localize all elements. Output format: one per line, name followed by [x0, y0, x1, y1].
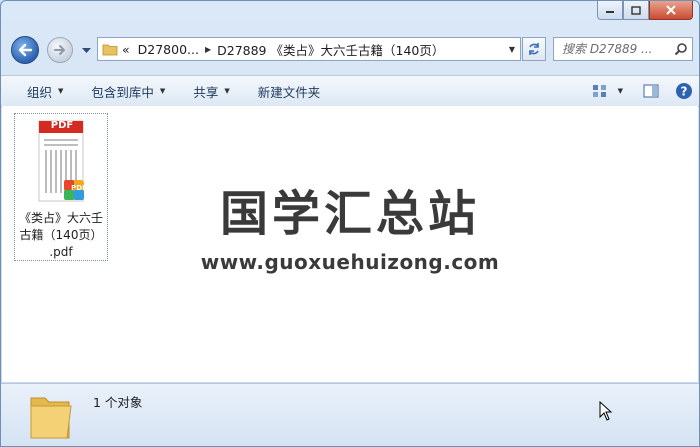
maximize-icon — [631, 5, 641, 15]
address-overflow-chevron[interactable]: « — [118, 42, 134, 57]
svg-text:?: ? — [681, 85, 688, 99]
organize-caret-icon: ▼ — [58, 87, 64, 95]
include-in-library-button[interactable]: 包含到库中 ▼ — [77, 82, 179, 101]
change-view-button[interactable]: ▼ — [592, 84, 623, 98]
minimize-button[interactable] — [597, 1, 623, 20]
refresh-button[interactable] — [522, 37, 546, 61]
details-pane: 1 个对象 — [1, 383, 699, 446]
arrow-left-icon — [18, 43, 33, 57]
share-button[interactable]: 共享 ▼ — [179, 82, 243, 101]
refresh-icon — [529, 43, 539, 55]
include-caret-icon: ▼ — [159, 87, 166, 95]
organize-button[interactable]: 组织 ▼ — [1, 82, 77, 101]
forward-button[interactable] — [47, 37, 73, 63]
recent-pages-dropdown[interactable] — [81, 46, 91, 56]
breadcrumb-segment-current[interactable]: D27889 《类占》大六壬古籍（140页） — [213, 40, 448, 59]
explorer-window: « D27800... ▶ D27889 《类占》大六壬古籍（140页） ▼ 组… — [0, 0, 700, 447]
help-button[interactable]: ? — [675, 82, 693, 100]
mouse-cursor-icon — [599, 401, 613, 421]
close-icon — [666, 5, 676, 15]
maximize-button[interactable] — [623, 1, 649, 20]
caption-buttons — [597, 1, 693, 22]
share-label: 共享 — [193, 84, 219, 100]
search-icon[interactable] — [674, 42, 688, 56]
arrow-right-icon — [54, 45, 65, 55]
toolbar-right: ▼ ? — [582, 76, 693, 106]
include-in-library-label: 包含到库中 — [91, 84, 154, 100]
command-bar: 组织 ▼ 包含到库中 ▼ 共享 ▼ 新建文件夹 ▼ ? — [1, 75, 699, 107]
folder-icon — [102, 44, 118, 56]
file-list-area[interactable]: PDF PDF 《类占》大六壬 古籍（140页） .pdf 国学汇总站 www.… — [2, 106, 698, 382]
view-caret-icon[interactable]: ▼ — [618, 87, 623, 95]
address-bar[interactable]: « D27800... ▶ D27889 《类占》大六壬古籍（140页） ▼ — [97, 37, 521, 61]
search-input[interactable] — [560, 41, 674, 57]
preview-pane-icon — [643, 84, 659, 98]
breadcrumb-separator-icon[interactable]: ▶ — [203, 45, 213, 54]
chevron-down-icon — [81, 48, 91, 53]
organize-label: 组织 — [27, 84, 53, 100]
share-caret-icon: ▼ — [224, 87, 230, 95]
help-icon: ? — [676, 83, 692, 99]
address-dropdown-icon[interactable]: ▼ — [504, 45, 520, 54]
preview-pane-button[interactable] — [643, 84, 659, 98]
minimize-icon — [606, 11, 614, 13]
item-count: 1 个对象 — [93, 395, 143, 410]
close-button[interactable] — [649, 1, 693, 20]
navigation-bar: « D27800... ▶ D27889 《类占》大六壬古籍（140页） ▼ — [1, 34, 699, 66]
folder-large-icon — [30, 397, 72, 439]
new-folder-button[interactable]: 新建文件夹 — [244, 82, 335, 101]
new-folder-label: 新建文件夹 — [257, 84, 321, 100]
watermark-title: 国学汇总站 — [219, 186, 480, 242]
search-box[interactable] — [553, 37, 693, 61]
watermark: 国学汇总站 www.guoxuehuizong.com — [2, 174, 698, 274]
watermark-url: www.guoxuehuizong.com — [200, 250, 500, 274]
pdf-badge: PDF — [50, 120, 74, 131]
back-button[interactable] — [11, 36, 39, 64]
breadcrumb-segment-parent[interactable]: D27800... — [134, 42, 203, 57]
view-grid-icon — [592, 85, 606, 97]
